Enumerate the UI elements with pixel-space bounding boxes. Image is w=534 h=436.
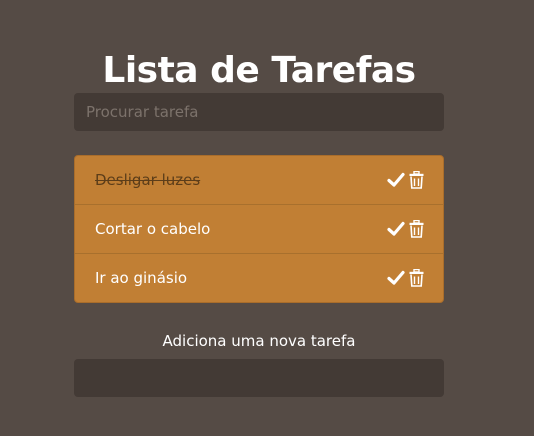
task-item[interactable]: Ir ao ginásio [75,254,443,303]
task-text[interactable]: Desligar luzes [95,156,200,205]
task-text[interactable]: Ir ao ginásio [95,254,187,303]
task-item[interactable]: Cortar o cabelo [75,205,443,254]
task-text[interactable]: Cortar o cabelo [95,205,210,254]
task-list: Desligar luzes Cortar o cabelo Ir ao gin… [74,155,444,303]
add-task-label: Adiciona uma nova tarefa [162,332,356,350]
trash-icon[interactable] [409,171,424,189]
check-icon[interactable] [387,270,405,286]
trash-icon[interactable] [409,220,424,238]
search-input[interactable] [74,93,444,131]
add-task-input[interactable] [74,359,444,397]
check-icon[interactable] [387,221,405,237]
task-item[interactable]: Desligar luzes [75,156,443,205]
todo-app: Lista de Tarefas Desligar luzes Cortar o… [0,0,534,436]
trash-icon[interactable] [409,269,424,287]
page-title: Lista de Tarefas [102,50,416,92]
check-icon[interactable] [387,172,405,188]
